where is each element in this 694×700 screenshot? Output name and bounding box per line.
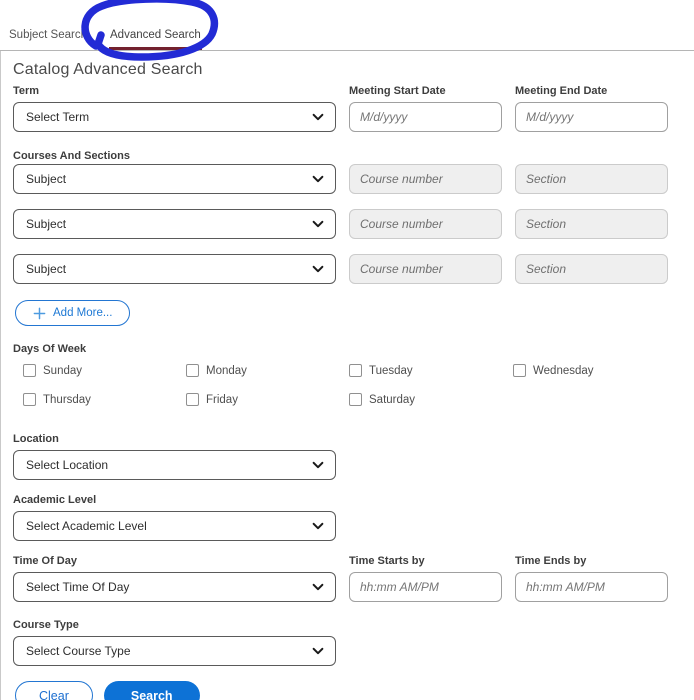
tab-advanced-search[interactable]: Advanced Search: [109, 29, 202, 50]
section-input-1[interactable]: [515, 164, 668, 194]
time-starts-by-label: Time Starts by: [349, 555, 425, 567]
tab-bar: Subject Search Advanced Search: [0, 0, 694, 51]
day-label: Friday: [206, 393, 238, 406]
time-of-day-select-value: Select Time Of Day: [26, 580, 130, 594]
chevron-down-icon: [311, 519, 325, 533]
form-actions: Clear Search: [15, 681, 668, 700]
subject-select-3[interactable]: Subject: [13, 254, 336, 284]
term-label: Term: [13, 85, 40, 97]
course-type-select-value: Select Course Type: [26, 644, 131, 658]
meeting-start-date-label: Meeting Start Date: [349, 85, 446, 97]
term-select-value: Select Term: [26, 110, 90, 124]
day-item-saturday: Saturday: [349, 393, 513, 406]
day-item-friday: Friday: [186, 393, 349, 406]
monday-checkbox[interactable]: [186, 364, 199, 377]
courses-and-sections-label: Courses And Sections: [13, 150, 130, 162]
subject-select-value: Subject: [26, 217, 67, 231]
location-select-value: Select Location: [26, 458, 109, 472]
subject-select-value: Subject: [26, 262, 67, 276]
day-item-sunday: Sunday: [23, 364, 186, 377]
course-type-select[interactable]: Select Course Type: [13, 636, 336, 666]
days-of-week-grid: Sunday Monday Tuesday Wednesday Thursday…: [23, 364, 668, 406]
location-label: Location: [13, 433, 59, 445]
meeting-start-date-input[interactable]: [349, 102, 502, 132]
tab-subject-search[interactable]: Subject Search: [8, 29, 88, 50]
day-label: Tuesday: [369, 364, 413, 377]
course-number-input-1[interactable]: [349, 164, 502, 194]
course-number-input-3[interactable]: [349, 254, 502, 284]
academic-level-select[interactable]: Select Academic Level: [13, 511, 336, 541]
section-input-3[interactable]: [515, 254, 668, 284]
course-type-label: Course Type: [13, 619, 79, 631]
day-label: Sunday: [43, 364, 83, 377]
day-label: Monday: [206, 364, 247, 377]
time-of-day-label: Time Of Day: [13, 555, 77, 567]
time-ends-by-input[interactable]: [515, 572, 668, 602]
meeting-end-date-label: Meeting End Date: [515, 85, 608, 97]
day-item-wednesday: Wednesday: [513, 364, 668, 377]
term-select[interactable]: Select Term: [13, 102, 336, 132]
day-item-monday: Monday: [186, 364, 349, 377]
location-select[interactable]: Select Location: [13, 450, 336, 480]
thursday-checkbox[interactable]: [23, 393, 36, 406]
chevron-down-icon: [311, 217, 325, 231]
chevron-down-icon: [311, 644, 325, 658]
chevron-down-icon: [311, 458, 325, 472]
search-button[interactable]: Search: [103, 681, 200, 700]
academic-level-select-value: Select Academic Level: [26, 519, 147, 533]
time-ends-by-label: Time Ends by: [515, 555, 587, 567]
sunday-checkbox[interactable]: [23, 364, 36, 377]
day-label: Wednesday: [533, 364, 594, 377]
day-item-thursday: Thursday: [23, 393, 186, 406]
subject-select-2[interactable]: Subject: [13, 209, 336, 239]
time-of-day-select[interactable]: Select Time Of Day: [13, 572, 336, 602]
plus-icon: [33, 307, 46, 320]
subject-select-value: Subject: [26, 172, 67, 186]
day-item-tuesday: Tuesday: [349, 364, 513, 377]
meeting-end-date-input[interactable]: [515, 102, 668, 132]
time-starts-by-input[interactable]: [349, 572, 502, 602]
saturday-checkbox[interactable]: [349, 393, 362, 406]
course-row: Subject: [13, 164, 668, 194]
advanced-search-panel: Catalog Advanced Search Term Select Term…: [0, 51, 694, 700]
academic-level-label: Academic Level: [13, 494, 97, 506]
section-input-2[interactable]: [515, 209, 668, 239]
subject-select-1[interactable]: Subject: [13, 164, 336, 194]
add-more-button[interactable]: Add More...: [15, 300, 131, 326]
catalog-search-page: Subject Search Advanced Search Catalog A…: [0, 0, 694, 700]
chevron-down-icon: [311, 172, 325, 186]
wednesday-checkbox[interactable]: [513, 364, 526, 377]
tuesday-checkbox[interactable]: [349, 364, 362, 377]
days-of-week-label: Days Of Week: [13, 343, 87, 355]
day-label: Saturday: [369, 393, 416, 406]
page-title: Catalog Advanced Search: [13, 61, 203, 78]
course-row: Subject: [13, 209, 668, 239]
clear-button[interactable]: Clear: [15, 681, 93, 700]
chevron-down-icon: [311, 580, 325, 594]
course-number-input-2[interactable]: [349, 209, 502, 239]
course-row: Subject: [13, 254, 668, 284]
chevron-down-icon: [311, 110, 325, 124]
day-label: Thursday: [43, 393, 91, 406]
add-more-label: Add More...: [53, 307, 113, 319]
friday-checkbox[interactable]: [186, 393, 199, 406]
chevron-down-icon: [311, 262, 325, 276]
